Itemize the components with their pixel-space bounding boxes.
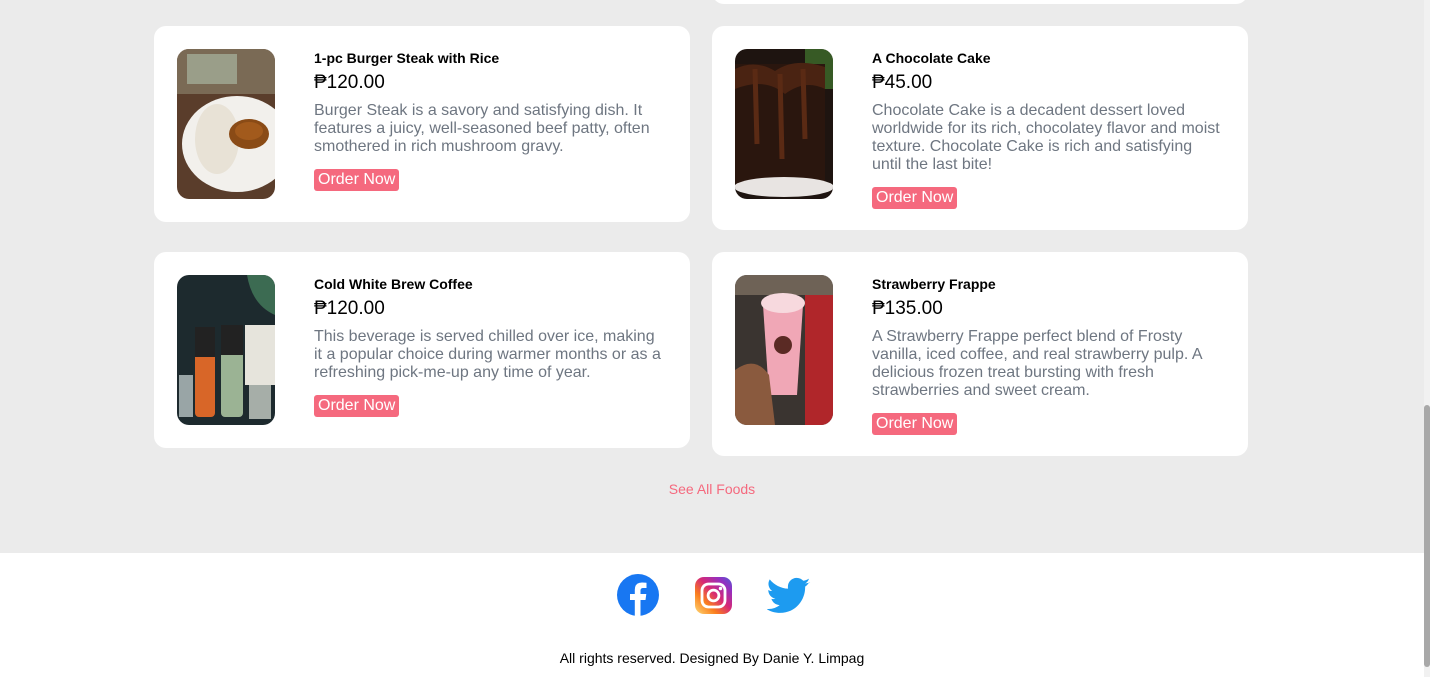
chocolate-cake-image <box>735 49 833 199</box>
product-description: Burger Steak is a savory and satisfying … <box>314 102 650 155</box>
cold-brew-image <box>177 275 275 425</box>
previous-card-edge <box>712 0 1248 4</box>
burger-steak-image <box>177 49 275 199</box>
product-card: Cold White Brew Coffee ₱120.00 This beve… <box>154 252 690 448</box>
twitter-icon[interactable] <box>766 577 811 620</box>
product-description: This beverage is served chilled over ice… <box>314 328 661 381</box>
product-title: Strawberry Frappe <box>872 276 996 292</box>
product-price: ₱120.00 <box>314 72 385 93</box>
product-price: ₱120.00 <box>314 298 385 319</box>
product-description: A Strawberry Frappe perfect blend of Fro… <box>872 328 1202 399</box>
product-card: A Chocolate Cake ₱45.00 Chocolate Cake i… <box>712 26 1248 230</box>
product-price: ₱135.00 <box>872 298 943 319</box>
instagram-icon[interactable] <box>695 577 732 619</box>
order-now-button[interactable]: Order Now <box>314 395 400 417</box>
copyright-text: All rights reserved. Designed By Danie Y… <box>559 650 865 666</box>
strawberry-frappe-image <box>735 275 833 425</box>
scrollbar-thumb[interactable] <box>1424 405 1430 667</box>
product-title: A Chocolate Cake <box>872 50 991 66</box>
scrollbar[interactable] <box>1424 0 1430 677</box>
product-card: Strawberry Frappe ₱135.00 A Strawberry F… <box>712 252 1248 456</box>
order-now-button[interactable]: Order Now <box>872 413 958 435</box>
facebook-icon[interactable] <box>616 573 660 622</box>
footer: All rights reserved. Designed By Danie Y… <box>0 553 1424 677</box>
product-card: 1-pc Burger Steak with Rice ₱120.00 Burg… <box>154 26 690 222</box>
order-now-button[interactable]: Order Now <box>314 169 400 191</box>
order-now-button[interactable]: Order Now <box>872 187 958 209</box>
social-links <box>0 573 1424 619</box>
product-price: ₱45.00 <box>872 72 933 93</box>
product-title: 1-pc Burger Steak with Rice <box>314 50 500 66</box>
product-description: Chocolate Cake is a decadent dessert lov… <box>872 102 1220 173</box>
see-all-foods-link[interactable]: See All Foods <box>0 481 1424 497</box>
product-title: Cold White Brew Coffee <box>314 276 473 292</box>
